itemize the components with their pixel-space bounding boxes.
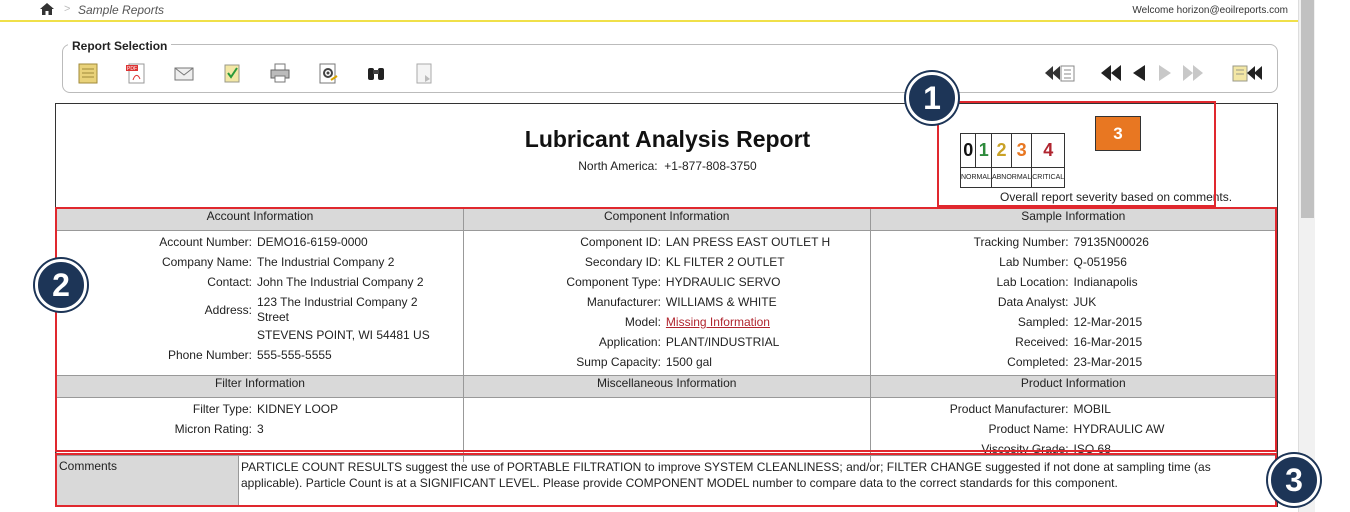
breadcrumb-current[interactable]: Sample Reports xyxy=(78,3,164,17)
settings-doc-icon[interactable] xyxy=(317,62,339,84)
scrollbar-thumb[interactable] xyxy=(1301,0,1314,218)
notepad-icon[interactable] xyxy=(77,62,99,84)
report-selection-panel: Report Selection PDF xyxy=(62,39,1278,93)
forward-to-list-icon[interactable] xyxy=(1231,62,1265,84)
callout-2: 2 xyxy=(35,259,87,311)
home-icon[interactable] xyxy=(40,3,54,18)
callout-3: 3 xyxy=(1268,454,1320,506)
callout-1: 1 xyxy=(906,72,958,124)
severity-highlight-box xyxy=(937,101,1216,207)
comments-highlight-box xyxy=(55,453,1277,507)
email-icon[interactable] xyxy=(173,62,195,84)
print-icon[interactable] xyxy=(269,62,291,84)
report-selection-legend: Report Selection xyxy=(68,39,172,53)
vertical-scrollbar[interactable] xyxy=(1298,0,1315,512)
pdf-icon[interactable]: PDF xyxy=(125,62,147,84)
next-icon[interactable] xyxy=(1157,62,1173,84)
first-icon[interactable] xyxy=(1099,62,1125,84)
checklist-icon[interactable] xyxy=(221,62,243,84)
region-phone-number: +1-877-808-3750 xyxy=(664,159,757,173)
document-icon[interactable] xyxy=(413,62,435,84)
svg-text:PDF: PDF xyxy=(127,66,137,72)
prev-icon[interactable] xyxy=(1131,62,1147,84)
top-bar: > Sample Reports Welcome horizon@eoilrep… xyxy=(0,0,1298,22)
info-highlight-box xyxy=(55,207,1277,452)
welcome-text: Welcome horizon@eoilreports.com xyxy=(1132,5,1288,16)
region-label: North America: xyxy=(578,159,658,173)
back-to-list-icon[interactable] xyxy=(1043,62,1077,84)
binoculars-icon[interactable] xyxy=(365,62,387,84)
breadcrumb-separator-icon: > xyxy=(64,3,71,15)
last-icon[interactable] xyxy=(1179,62,1205,84)
